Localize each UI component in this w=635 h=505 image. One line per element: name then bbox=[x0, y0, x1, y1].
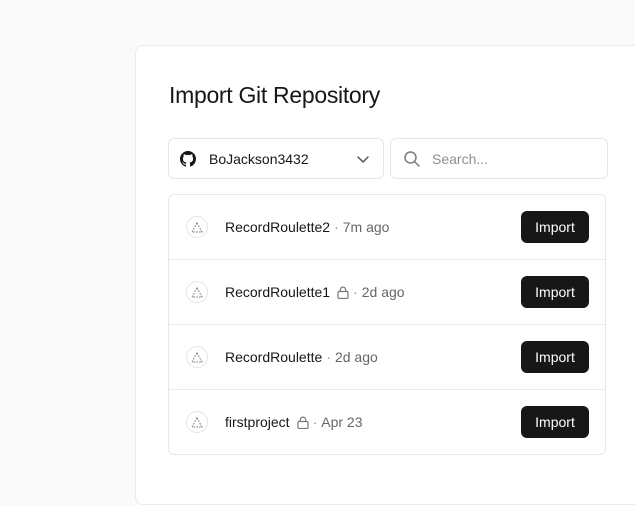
github-icon bbox=[180, 150, 196, 167]
separator: · bbox=[353, 284, 358, 300]
separator: · bbox=[312, 414, 318, 430]
repo-name: RecordRoulette1 bbox=[225, 284, 331, 300]
repo-row: RecordRoulette1 · 2d ago Import bbox=[169, 260, 605, 325]
repo-updated-time: 2d ago bbox=[334, 349, 378, 365]
repo-name: RecordRoulette2 bbox=[225, 219, 331, 235]
search-box bbox=[390, 138, 608, 179]
repo-avatar-icon bbox=[186, 216, 208, 238]
lock-icon bbox=[296, 416, 309, 429]
import-button[interactable]: Import bbox=[521, 406, 589, 438]
import-button[interactable]: Import bbox=[521, 341, 589, 373]
repo-updated-time: 7m ago bbox=[342, 219, 390, 235]
page-title: Import Git Repository bbox=[169, 82, 380, 108]
separator: · bbox=[334, 219, 339, 235]
import-card: Import Git Repository BoJackson3432 Sear… bbox=[135, 45, 635, 505]
lock-icon bbox=[337, 286, 349, 299]
repo-row: RecordRoulette · 2d ago Import bbox=[169, 325, 605, 390]
account-select[interactable]: BoJackson3432 bbox=[168, 138, 384, 179]
repo-row: firstproject · Apr 23 Import bbox=[169, 390, 605, 454]
repo-avatar-icon bbox=[186, 346, 208, 368]
account-name: BoJackson3432 bbox=[209, 150, 309, 167]
import-button[interactable]: Import bbox=[521, 276, 589, 308]
chevron-down-icon bbox=[356, 152, 370, 166]
repo-avatar-icon bbox=[186, 281, 208, 303]
search-input[interactable] bbox=[432, 150, 592, 167]
repo-list: RecordRoulette2 · 7m ago Import RecordRo… bbox=[168, 194, 606, 455]
repo-row: RecordRoulette2 · 7m ago Import bbox=[169, 195, 605, 260]
repo-name: RecordRoulette bbox=[225, 349, 323, 365]
repo-name: firstproject bbox=[225, 414, 290, 430]
import-button[interactable]: Import bbox=[521, 211, 589, 243]
repo-updated-time: 2d ago bbox=[361, 284, 405, 300]
separator: · bbox=[326, 349, 331, 365]
repo-updated-time: Apr 23 bbox=[321, 414, 363, 430]
repo-avatar-icon bbox=[186, 411, 208, 433]
search-icon bbox=[403, 150, 421, 168]
